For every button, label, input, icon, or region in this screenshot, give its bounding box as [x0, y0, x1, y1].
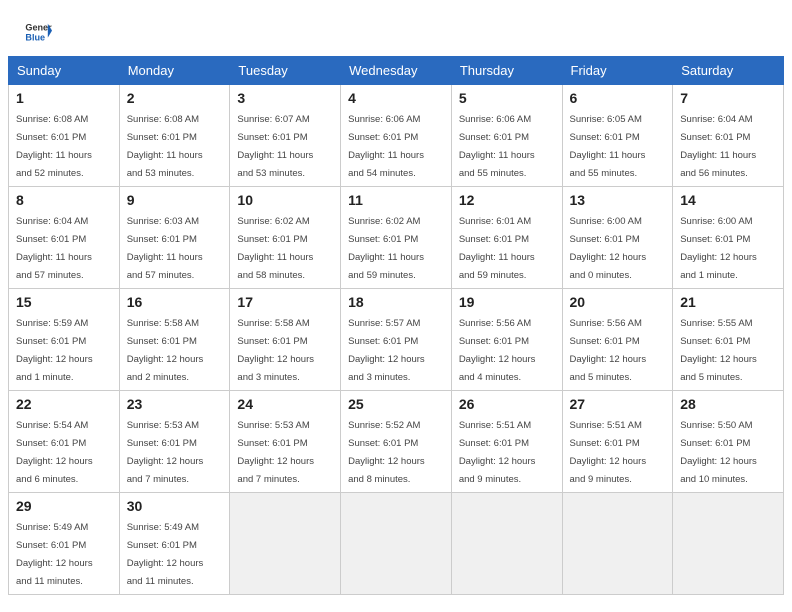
weekday-header-sunday: Sunday [9, 57, 120, 85]
calendar-row: 22Sunrise: 5:54 AM Sunset: 6:01 PM Dayli… [9, 391, 784, 493]
calendar-day-4: 4Sunrise: 6:06 AM Sunset: 6:01 PM Daylig… [341, 85, 452, 187]
calendar-day-empty [451, 493, 562, 595]
logo: General Blue [24, 18, 52, 46]
weekday-header-wednesday: Wednesday [341, 57, 452, 85]
calendar-day-6: 6Sunrise: 6:05 AM Sunset: 6:01 PM Daylig… [562, 85, 673, 187]
calendar-day-8: 8Sunrise: 6:04 AM Sunset: 6:01 PM Daylig… [9, 187, 120, 289]
calendar-day-27: 27Sunrise: 5:51 AM Sunset: 6:01 PM Dayli… [562, 391, 673, 493]
calendar-day-7: 7Sunrise: 6:04 AM Sunset: 6:01 PM Daylig… [673, 85, 784, 187]
calendar-row: 29Sunrise: 5:49 AM Sunset: 6:01 PM Dayli… [9, 493, 784, 595]
calendar-day-empty [673, 493, 784, 595]
calendar-day-2: 2Sunrise: 6:08 AM Sunset: 6:01 PM Daylig… [119, 85, 230, 187]
calendar-day-18: 18Sunrise: 5:57 AM Sunset: 6:01 PM Dayli… [341, 289, 452, 391]
calendar-day-9: 9Sunrise: 6:03 AM Sunset: 6:01 PM Daylig… [119, 187, 230, 289]
calendar-body: 1Sunrise: 6:08 AM Sunset: 6:01 PM Daylig… [9, 85, 784, 595]
weekday-header-tuesday: Tuesday [230, 57, 341, 85]
weekday-header-saturday: Saturday [673, 57, 784, 85]
calendar-table: SundayMondayTuesdayWednesdayThursdayFrid… [8, 56, 784, 595]
calendar-day-19: 19Sunrise: 5:56 AM Sunset: 6:01 PM Dayli… [451, 289, 562, 391]
calendar-day-12: 12Sunrise: 6:01 AM Sunset: 6:01 PM Dayli… [451, 187, 562, 289]
calendar-day-24: 24Sunrise: 5:53 AM Sunset: 6:01 PM Dayli… [230, 391, 341, 493]
calendar-day-1: 1Sunrise: 6:08 AM Sunset: 6:01 PM Daylig… [9, 85, 120, 187]
calendar-day-17: 17Sunrise: 5:58 AM Sunset: 6:01 PM Dayli… [230, 289, 341, 391]
svg-text:Blue: Blue [25, 32, 45, 42]
calendar-header: SundayMondayTuesdayWednesdayThursdayFrid… [9, 57, 784, 85]
calendar-day-25: 25Sunrise: 5:52 AM Sunset: 6:01 PM Dayli… [341, 391, 452, 493]
calendar-day-empty [230, 493, 341, 595]
calendar-day-3: 3Sunrise: 6:07 AM Sunset: 6:01 PM Daylig… [230, 85, 341, 187]
calendar-day-empty [562, 493, 673, 595]
calendar-day-28: 28Sunrise: 5:50 AM Sunset: 6:01 PM Dayli… [673, 391, 784, 493]
weekday-header-friday: Friday [562, 57, 673, 85]
calendar-row: 1Sunrise: 6:08 AM Sunset: 6:01 PM Daylig… [9, 85, 784, 187]
calendar-day-14: 14Sunrise: 6:00 AM Sunset: 6:01 PM Dayli… [673, 187, 784, 289]
weekday-header-thursday: Thursday [451, 57, 562, 85]
calendar-day-22: 22Sunrise: 5:54 AM Sunset: 6:01 PM Dayli… [9, 391, 120, 493]
logo-icon: General Blue [24, 18, 52, 46]
calendar-day-11: 11Sunrise: 6:02 AM Sunset: 6:01 PM Dayli… [341, 187, 452, 289]
calendar-day-5: 5Sunrise: 6:06 AM Sunset: 6:01 PM Daylig… [451, 85, 562, 187]
calendar-day-20: 20Sunrise: 5:56 AM Sunset: 6:01 PM Dayli… [562, 289, 673, 391]
calendar-day-10: 10Sunrise: 6:02 AM Sunset: 6:01 PM Dayli… [230, 187, 341, 289]
page-header: General Blue [0, 0, 792, 56]
calendar-day-empty [341, 493, 452, 595]
calendar-day-13: 13Sunrise: 6:00 AM Sunset: 6:01 PM Dayli… [562, 187, 673, 289]
calendar-day-26: 26Sunrise: 5:51 AM Sunset: 6:01 PM Dayli… [451, 391, 562, 493]
calendar-day-29: 29Sunrise: 5:49 AM Sunset: 6:01 PM Dayli… [9, 493, 120, 595]
calendar-day-30: 30Sunrise: 5:49 AM Sunset: 6:01 PM Dayli… [119, 493, 230, 595]
calendar-day-16: 16Sunrise: 5:58 AM Sunset: 6:01 PM Dayli… [119, 289, 230, 391]
calendar-day-15: 15Sunrise: 5:59 AM Sunset: 6:01 PM Dayli… [9, 289, 120, 391]
calendar-day-23: 23Sunrise: 5:53 AM Sunset: 6:01 PM Dayli… [119, 391, 230, 493]
weekday-header-monday: Monday [119, 57, 230, 85]
weekday-header-row: SundayMondayTuesdayWednesdayThursdayFrid… [9, 57, 784, 85]
calendar-row: 15Sunrise: 5:59 AM Sunset: 6:01 PM Dayli… [9, 289, 784, 391]
calendar-row: 8Sunrise: 6:04 AM Sunset: 6:01 PM Daylig… [9, 187, 784, 289]
calendar-day-21: 21Sunrise: 5:55 AM Sunset: 6:01 PM Dayli… [673, 289, 784, 391]
